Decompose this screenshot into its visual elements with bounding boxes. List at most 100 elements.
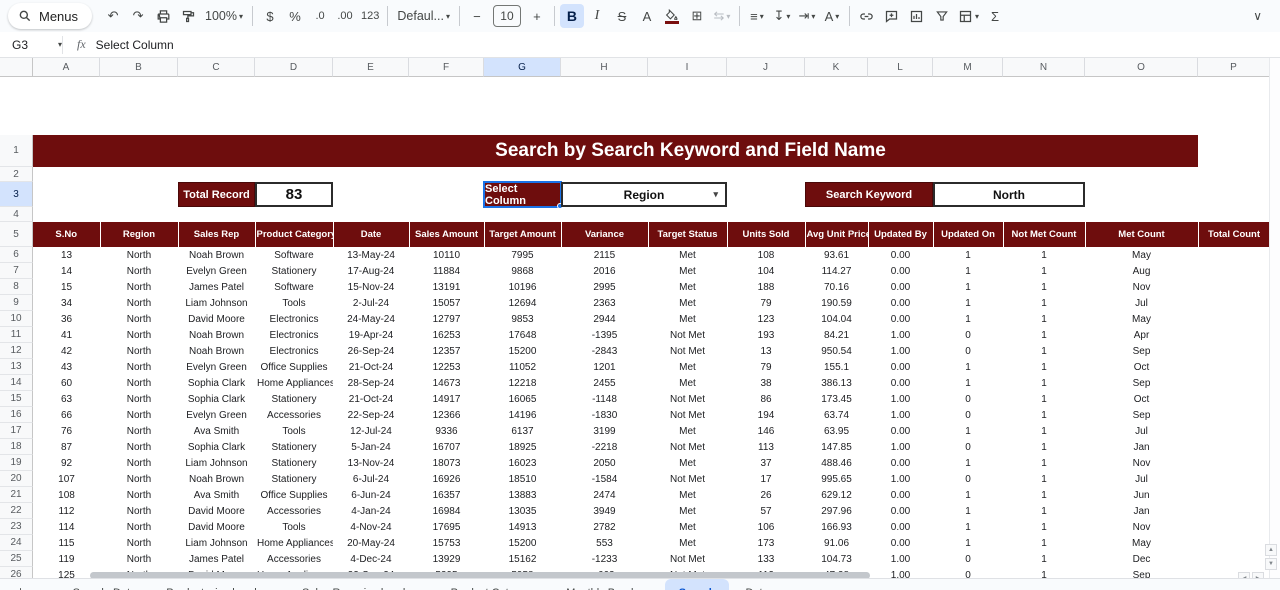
table-cell[interactable]: 15200	[484, 343, 561, 359]
table-cell[interactable]: 2115	[561, 247, 648, 263]
add-sheet-button[interactable]: ＋	[14, 583, 27, 590]
table-cell[interactable]: Tools	[255, 519, 333, 535]
table-cell[interactable]: 24-May-24	[333, 311, 409, 327]
table-cell[interactable]: North	[100, 359, 178, 375]
sheet-tab-sample-data[interactable]: Sample Data	[59, 579, 151, 590]
table-cell[interactable]: Sophia Clark	[178, 391, 255, 407]
table-cell[interactable]: Jul	[1085, 295, 1198, 311]
table-cell[interactable]: 17648	[484, 327, 561, 343]
scroll-up-button[interactable]: ▲	[1265, 544, 1277, 556]
table-cell[interactable]	[1198, 327, 1270, 343]
column-header-cell[interactable]: Avg Unit Price	[805, 222, 869, 247]
table-cell[interactable]: 1	[933, 423, 1003, 439]
table-cell[interactable]: -1148	[561, 391, 648, 407]
table-cell[interactable]: Met	[648, 535, 727, 551]
scroll-down-button[interactable]: ▼	[1265, 558, 1277, 570]
table-cell[interactable]: 92	[33, 455, 100, 471]
table-cell[interactable]: 107	[33, 471, 100, 487]
total-record-value-cell[interactable]: 83	[255, 182, 333, 207]
table-cell[interactable]	[1198, 551, 1270, 567]
table-cell[interactable]	[1198, 295, 1270, 311]
table-cell[interactable]: 1	[933, 279, 1003, 295]
table-cell[interactable]: 1	[1003, 455, 1085, 471]
table-cell[interactable]: 15057	[409, 295, 484, 311]
table-cell[interactable]: 0	[933, 551, 1003, 567]
table-cell[interactable]: 15	[33, 279, 100, 295]
column-header-E[interactable]: E	[333, 58, 409, 77]
table-cell[interactable]	[1198, 503, 1270, 519]
table-cell[interactable]: 37	[727, 455, 805, 471]
sheet-tab-data[interactable]: Data	[731, 579, 782, 590]
row-header-1[interactable]: 1	[0, 135, 33, 167]
column-header-cell[interactable]: Updated On	[933, 222, 1004, 247]
table-cell[interactable]: 93.61	[805, 247, 868, 263]
table-cell[interactable]: -1395	[561, 327, 648, 343]
table-cell[interactable]: Sophia Clark	[178, 439, 255, 455]
column-header-cell[interactable]: Product Category	[255, 222, 334, 247]
table-cell[interactable]: 12694	[484, 295, 561, 311]
table-cell[interactable]: North	[100, 503, 178, 519]
table-cell[interactable]: Met	[648, 487, 727, 503]
table-cell[interactable]: 0.00	[868, 487, 933, 503]
table-cell[interactable]	[1198, 407, 1270, 423]
table-cell[interactable]: 0	[933, 391, 1003, 407]
cell-name-box[interactable]: G3 ▾	[0, 38, 62, 52]
table-cell[interactable]: 12253	[409, 359, 484, 375]
increase-decimal-button[interactable]: .00	[333, 4, 357, 28]
table-cell[interactable]: 1.00	[868, 327, 933, 343]
table-cell[interactable]: Sep	[1085, 375, 1198, 391]
table-cell[interactable]: 22-Sep-24	[333, 407, 409, 423]
table-cell[interactable]: 0.00	[868, 295, 933, 311]
table-cell[interactable]: Tools	[255, 423, 333, 439]
table-cell[interactable]: Home Appliances	[255, 535, 333, 551]
table-cell[interactable]: May	[1085, 247, 1198, 263]
row-header-22[interactable]: 22	[0, 503, 33, 519]
row-header-7[interactable]: 7	[0, 263, 33, 279]
table-cell[interactable]: 3199	[561, 423, 648, 439]
table-cell[interactable]: 41	[33, 327, 100, 343]
table-cell[interactable]	[1198, 471, 1270, 487]
table-cell[interactable]: -1830	[561, 407, 648, 423]
all-sheets-button[interactable]: ≡	[39, 585, 47, 590]
table-cell[interactable]: 0.00	[868, 503, 933, 519]
table-cell[interactable]: 488.46	[805, 455, 868, 471]
table-cell[interactable]: 1.00	[868, 407, 933, 423]
table-cell[interactable]	[1198, 359, 1270, 375]
table-cell[interactable]: Accessories	[255, 551, 333, 567]
table-cell[interactable]: 12797	[409, 311, 484, 327]
table-cell[interactable]: 13-May-24	[333, 247, 409, 263]
table-cell[interactable]: 115	[33, 535, 100, 551]
table-cell[interactable]: 1201	[561, 359, 648, 375]
font-select[interactable]: Defaul... ▾	[393, 9, 454, 23]
table-cell[interactable]	[1198, 375, 1270, 391]
table-cell[interactable]: 194	[727, 407, 805, 423]
column-header-cell[interactable]: Units Sold	[727, 222, 806, 247]
column-header-P[interactable]: P	[1198, 58, 1270, 77]
table-cell[interactable]: North	[100, 279, 178, 295]
table-cell[interactable]: 0.00	[868, 279, 933, 295]
table-cell[interactable]: North	[100, 439, 178, 455]
table-cell[interactable]: Nov	[1085, 455, 1198, 471]
insert-link-button[interactable]	[855, 4, 879, 28]
table-cell[interactable]: 15-Nov-24	[333, 279, 409, 295]
table-cell[interactable]: 70.16	[805, 279, 868, 295]
table-cell[interactable]: 14913	[484, 519, 561, 535]
table-cell[interactable]	[1198, 263, 1270, 279]
table-cell[interactable]: 108	[33, 487, 100, 503]
table-cell[interactable]: Stationery	[255, 455, 333, 471]
select-column-dropdown[interactable]: Region ▾	[561, 182, 727, 207]
table-cell[interactable]: Electronics	[255, 327, 333, 343]
table-cell[interactable]: Met	[648, 375, 727, 391]
italic-button[interactable]: I	[585, 4, 609, 28]
table-cell[interactable]: Aug	[1085, 263, 1198, 279]
row-header-12[interactable]: 12	[0, 343, 33, 359]
table-cell[interactable]: Jul	[1085, 471, 1198, 487]
table-cell[interactable]: 3949	[561, 503, 648, 519]
table-cell[interactable]: 1	[1003, 295, 1085, 311]
table-cell[interactable]: North	[100, 327, 178, 343]
column-header-cell[interactable]: S.No	[33, 222, 101, 247]
table-cell[interactable]: 18073	[409, 455, 484, 471]
table-views-button[interactable]: ▾	[955, 4, 982, 28]
search-keyword-value-cell[interactable]: North	[933, 182, 1085, 207]
table-cell[interactable]: North	[100, 343, 178, 359]
